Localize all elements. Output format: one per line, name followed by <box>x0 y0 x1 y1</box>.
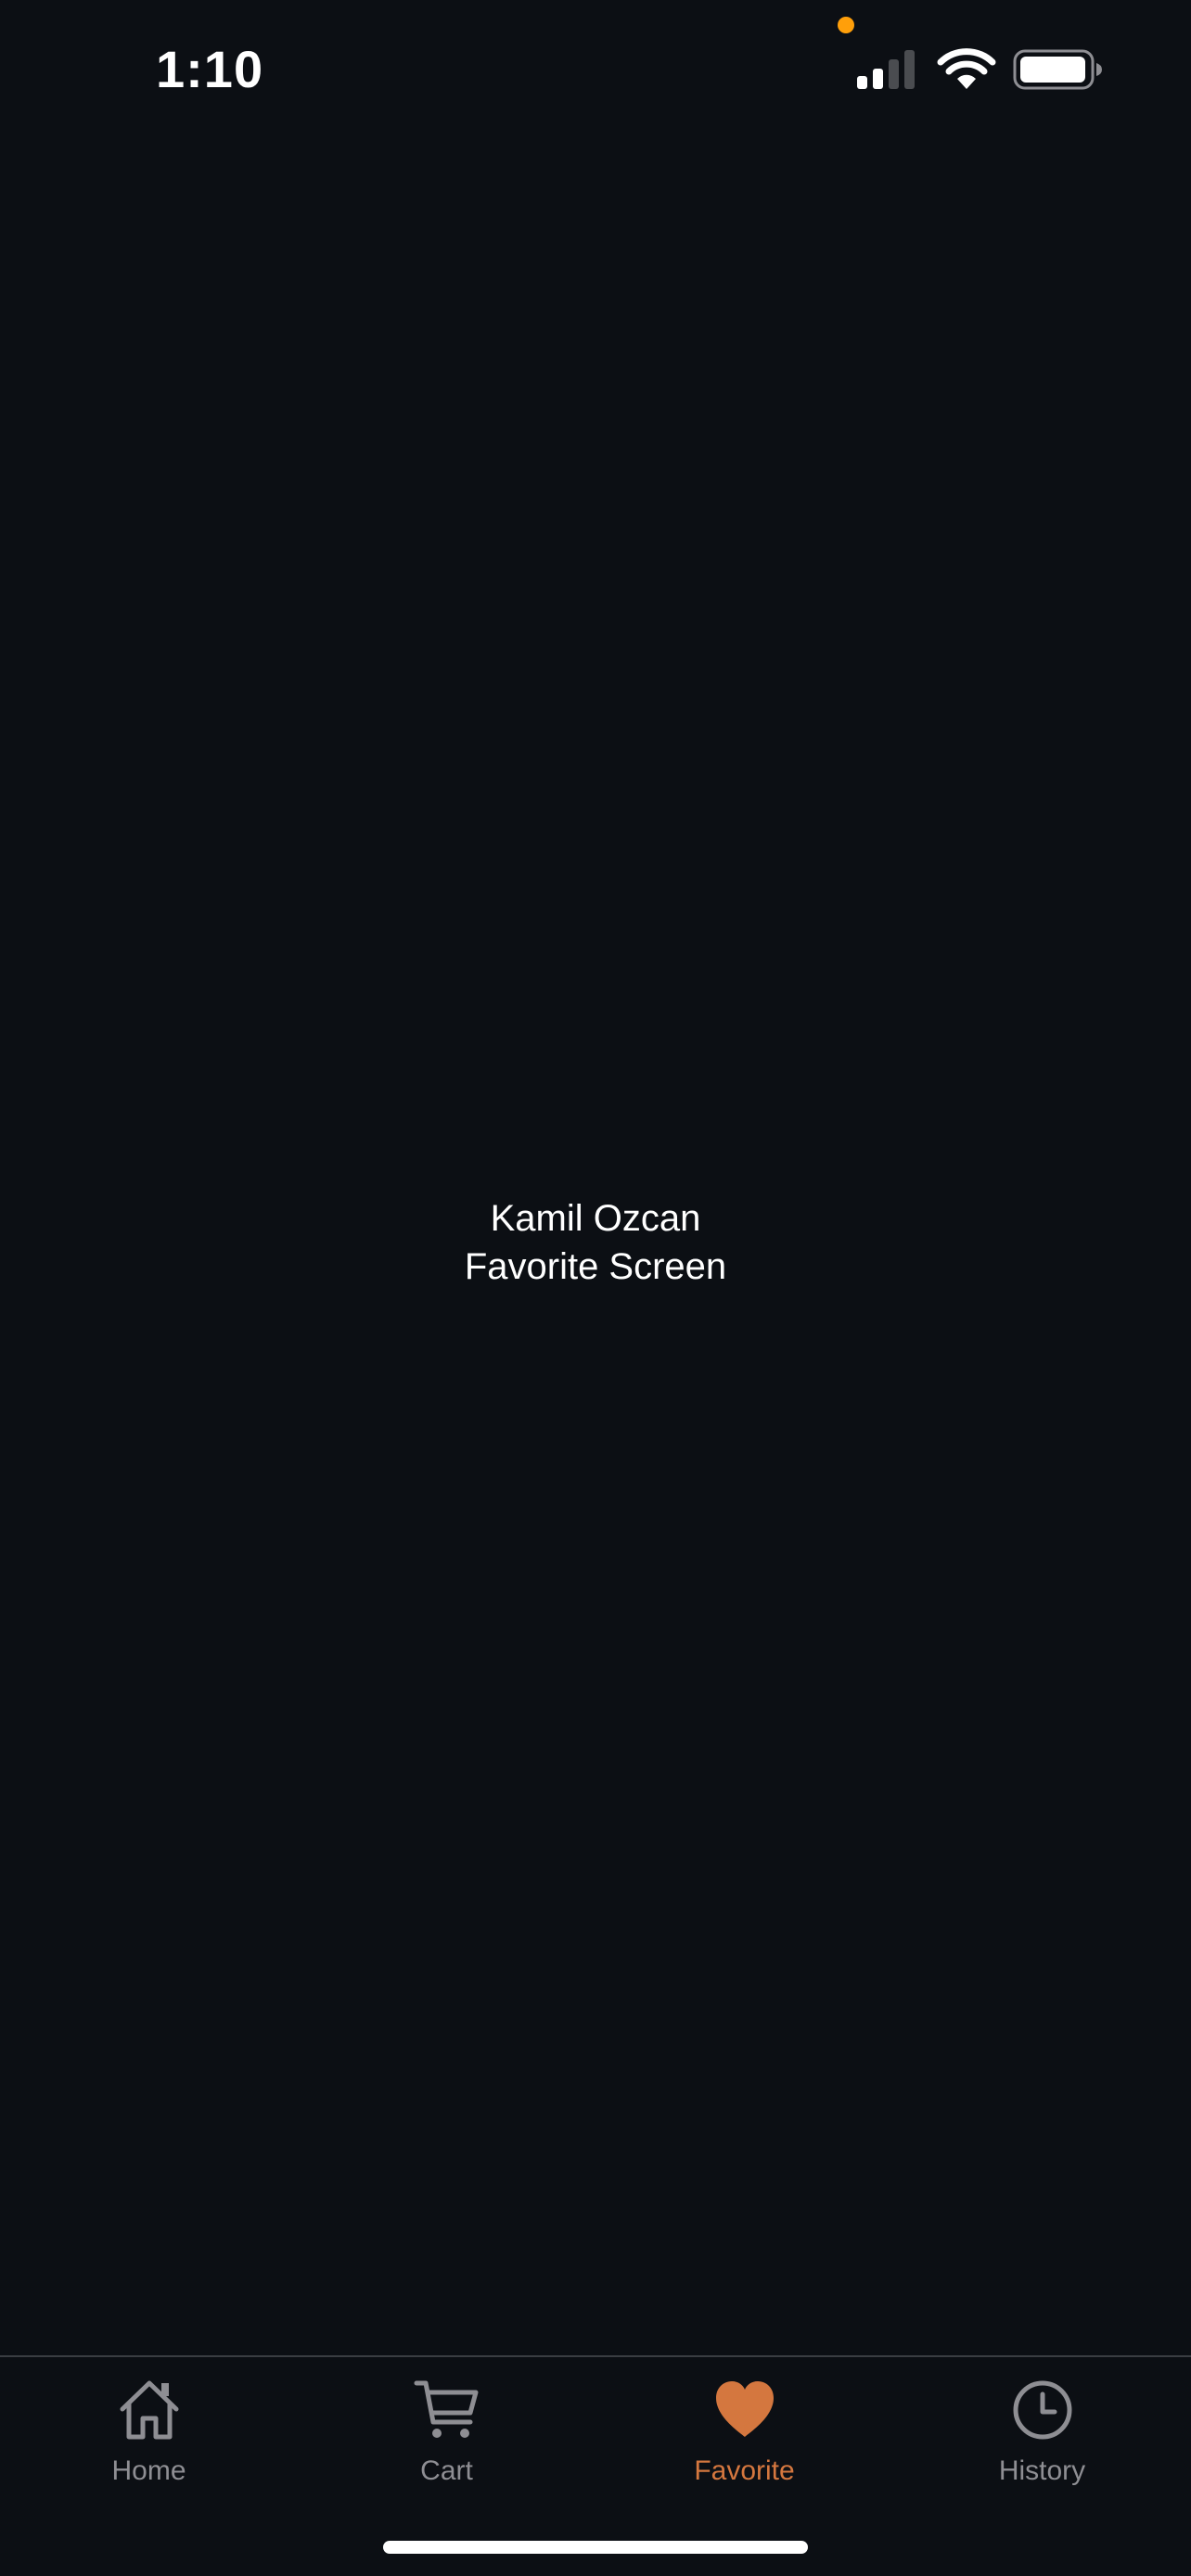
wifi-icon <box>937 48 996 89</box>
privacy-indicator-dot <box>838 17 854 33</box>
battery-icon <box>1013 49 1102 90</box>
tab-home[interactable]: Home <box>0 2376 298 2515</box>
tab-history-label: History <box>998 2455 1086 2486</box>
clock-icon <box>1013 2380 1071 2440</box>
status-bar: 1:10 <box>0 0 1191 139</box>
heart-icon <box>715 2381 774 2437</box>
home-icon <box>120 2380 178 2440</box>
tab-cart-label: Cart <box>420 2455 473 2486</box>
tab-history[interactable]: History <box>893 2376 1191 2515</box>
status-time: 1:10 <box>156 40 264 98</box>
signal-icon <box>857 50 915 89</box>
tab-favorite[interactable]: Favorite <box>596 2376 893 2515</box>
cart-icon <box>414 2380 478 2438</box>
screen-title: Favorite Screen <box>464 1246 727 1287</box>
tab-cart[interactable]: Cart <box>298 2376 596 2515</box>
home-indicator[interactable] <box>383 2541 808 2554</box>
tab-favorite-label: Favorite <box>694 2455 795 2486</box>
tab-home-label: Home <box>111 2455 186 2486</box>
author-name: Kamil Ozcan <box>490 1198 701 1239</box>
screen-content: Kamil Ozcan Favorite Screen <box>0 1194 1191 1291</box>
